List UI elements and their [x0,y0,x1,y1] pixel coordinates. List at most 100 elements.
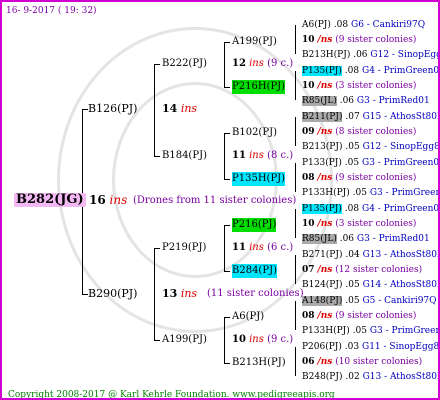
l4-queen-id[interactable]: P133H(PJ) [302,188,350,198]
l4-queen-id[interactable]: A148(PJ) [302,296,343,306]
l4-inbreeding-number: 06 [302,357,315,367]
l1-queen-id[interactable]: B126(PJ) [88,102,137,116]
root-inbreeding-ins: ins [109,193,128,207]
l4-queen-id[interactable]: P133(PJ) [302,158,342,168]
connector [224,42,230,43]
l1-inbreeding-ins: ins [180,287,198,300]
l1-queen-id[interactable]: B290(PJ) [88,287,137,301]
l4-sister-note: (3 sister colonies) [335,219,417,229]
l4-inbreeding-ins: /ns [317,265,333,275]
l1-inbreeding-number: 13 [162,287,178,300]
l4-sister-note: (10 sister colonies) [335,357,423,367]
l2-inbreeding-ins: ins [249,334,264,345]
l2-inbreeding-number: 12 [232,58,246,69]
l4-queen-id[interactable]: B248(PJ) [302,372,342,382]
l4-mid-row: 10 /ns (3 sister colonies) [302,217,416,231]
l4-top-row: B211(PJ) .07 G15 - AthosSt80R [302,110,440,124]
l4-value: .08 [333,20,349,30]
l4-queen-id[interactable]: B124(PJ) [302,280,342,290]
l4-bottom-row: B213H(PJ) .06 G12 - SinopEgg86R [302,48,438,62]
root-inbreeding: 16 ins [89,193,127,207]
l4-value: .06 [353,50,368,60]
l4-value: .07 [345,112,360,122]
l4-queen-id[interactable]: P206(PJ) [302,342,342,352]
l4-inbreeding-number: 09 [302,127,315,137]
l3-queen-id[interactable]: P216(PJ) [232,218,277,232]
l4-value: .08 [344,66,360,76]
l4-sister-note: (9 sister colonies) [335,173,417,183]
l4-value: .05 [345,280,360,290]
connector [224,317,230,318]
l4-inbreeding-number: 10 [302,35,315,45]
l4-value: .05 [352,188,367,198]
connector [154,248,155,340]
root-inbreeding-number: 16 [89,193,106,207]
header-date: 16- 9-2017 ( 19: 32) [6,6,97,16]
connector [224,225,225,271]
l4-sister-note: (3 sister colonies) [335,81,417,91]
l4-queen-id[interactable]: P135(PJ) [302,204,342,214]
l4-value: .05 [352,326,367,336]
l3-queen-id[interactable]: B213H(PJ) [232,356,286,370]
l4-mid-row: 10 /ns (9 sister colonies) [302,33,416,47]
l4-info: G13 - AthosSt80R [362,250,440,260]
l4-mid-row: 07 /ns (12 sister colonies) [302,263,422,277]
l4-bottom-row: B213(PJ) .05 G12 - SinopEgg86R [302,140,438,154]
l4-queen-id[interactable]: B213H(PJ) [302,50,350,60]
l4-info: G15 - AthosSt80R [362,112,440,122]
connector [295,25,296,54]
l4-value: .05 [345,296,360,306]
connector [154,64,160,65]
l4-queen-id[interactable]: B213(PJ) [302,142,342,152]
connector [154,156,160,157]
l3-queen-id[interactable]: P135H(PJ) [232,172,286,186]
connector [154,64,155,156]
l4-queen-id[interactable]: R85(JL) [302,96,337,106]
l4-top-row: P135(PJ) .08 G4 - PrimGreen00 [302,202,438,216]
l2-inbreeding-number: 10 [232,334,246,345]
l3-queen-id[interactable]: B284(PJ) [232,264,277,278]
l4-queen-id[interactable]: R85(JL) [302,234,337,244]
l3-queen-id[interactable]: A6(PJ) [232,310,264,324]
l2-inbreeding: 12 ins (9 c.) [232,57,293,71]
l2-queen-id[interactable]: B184(PJ) [162,149,207,163]
l4-value: .04 [345,250,360,260]
l4-queen-id[interactable]: A6(PJ) [302,20,331,30]
l2-note: (9 c.) [267,58,294,69]
l2-queen-id[interactable]: A199(PJ) [162,333,207,347]
l2-note: (9 c.) [267,334,294,345]
l4-sister-note: (12 sister colonies) [335,265,423,275]
l4-bottom-row: R85(JL) .06 G3 - PrimRed01 [302,94,430,108]
l4-inbreeding-ins: /ns [317,173,333,183]
connector [295,255,296,284]
l4-bottom-row: B124(PJ) .05 G14 - AthosSt80R [302,278,438,292]
l4-info: G3 - PrimRed01 [356,234,430,244]
l4-queen-id[interactable]: P133H(PJ) [302,326,350,336]
connector [154,248,160,249]
l4-value: .02 [345,372,360,382]
l4-mid-row: 10 /ns (3 sister colonies) [302,79,416,93]
l2-inbreeding: 10 ins (9 c.) [232,333,293,347]
l3-queen-id[interactable]: B102(PJ) [232,126,277,140]
l2-queen-id[interactable]: P219(PJ) [162,241,206,255]
l2-inbreeding-ins: ins [249,150,264,161]
l4-value: .06 [339,234,355,244]
connector [154,340,160,341]
l3-queen-id[interactable]: A199(PJ) [232,35,277,49]
l4-mid-row: 09 /ns (8 sister colonies) [302,125,416,139]
l4-info: G4 - PrimGreen00 [362,66,440,76]
l4-top-row: P135(PJ) .08 G4 - PrimGreen00 [302,64,440,78]
connector [224,42,225,87]
connector [224,179,230,180]
footer-copyright[interactable]: Copyright 2008-2017 @ Karl Kehrle Founda… [8,388,335,398]
l4-queen-id[interactable]: B211(PJ) [302,112,343,122]
l4-inbreeding-number: 10 [302,219,315,229]
root-queen-id[interactable]: B282(JG) [14,193,86,207]
l4-queen-id[interactable]: P135(PJ) [302,66,342,76]
l2-queen-id[interactable]: B222(PJ) [162,57,207,71]
l3-queen-id[interactable]: P216H(PJ) [232,80,286,94]
l4-queen-id[interactable]: B271(PJ) [302,250,342,260]
connector [295,347,296,376]
l4-inbreeding-number: 10 [302,81,315,91]
l4-bottom-row: R85(JL) .06 G3 - PrimRed01 [302,232,430,246]
